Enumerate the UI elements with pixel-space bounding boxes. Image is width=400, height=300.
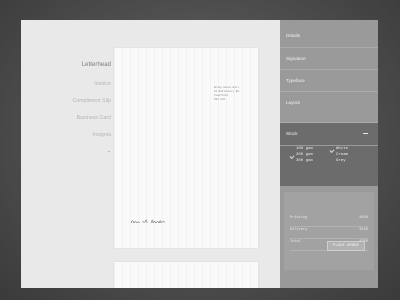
nav-item-invoice[interactable]: Invoice — [21, 81, 111, 87]
section-typeface[interactable]: Typeface — [280, 69, 378, 92]
weight-option-300[interactable]: 300 gsm — [296, 159, 313, 163]
stock-options: 100 gsm 200 gsm 300 gsm White Cream Grey — [280, 146, 378, 186]
nav-item-insignia[interactable]: Insignia — [21, 132, 111, 138]
signature-image — [130, 219, 166, 224]
summary-label: Delivery — [290, 228, 308, 232]
address-line: TW4 3LN — [214, 98, 225, 101]
check-icon — [329, 148, 335, 153]
section-label: Typeface — [286, 78, 305, 83]
nav-item-business-card[interactable]: Business Card — [21, 115, 111, 121]
weight-option-100[interactable]: 100 gsm — [296, 147, 313, 151]
summary-label: Total — [290, 240, 301, 244]
summary-label: Printing — [290, 216, 308, 220]
section-label: Signature — [286, 56, 306, 61]
section-label: Details — [286, 33, 301, 38]
options-panel: Details Signature Typeface Layout Stock … — [280, 20, 378, 288]
nav-item-compliment-slip[interactable]: Compliment Slip — [21, 98, 111, 104]
section-signature[interactable]: Signature — [280, 47, 378, 70]
section-stock[interactable]: Stock — [280, 122, 378, 145]
finish-option-white[interactable]: White — [336, 147, 348, 151]
check-icon — [289, 154, 295, 159]
summary-value: $100 — [359, 216, 368, 220]
address-block: Bruce House Hall 10 Noblesbury Rd Townfi… — [214, 86, 250, 102]
document-type-nav: Letterhead Invoice Compliment Slip Busin… — [21, 20, 111, 288]
collapse-icon[interactable] — [363, 133, 368, 134]
nav-more-indicator — [108, 151, 110, 152]
finish-option-grey[interactable]: Grey — [336, 159, 346, 163]
app-window: Letterhead Invoice Compliment Slip Busin… — [21, 20, 378, 288]
section-layout[interactable]: Layout — [280, 91, 378, 114]
order-summary: Printing $100 Delivery $100 Total $200 — [284, 192, 374, 270]
letterhead-preview: Bruce House Hall 10 Noblesbury Rd Townfi… — [114, 48, 258, 248]
section-label: Layout — [286, 100, 300, 105]
place-order-button[interactable]: PLACE ORDER — [327, 241, 365, 251]
summary-value: $100 — [359, 228, 368, 232]
nav-item-letterhead[interactable]: Letterhead — [21, 62, 111, 68]
weight-option-200[interactable]: 200 gsm — [296, 153, 313, 157]
section-label: Stock — [286, 131, 298, 136]
finish-option-cream[interactable]: Cream — [336, 153, 348, 157]
section-details[interactable]: Details — [280, 25, 378, 47]
second-page-preview — [114, 262, 258, 288]
